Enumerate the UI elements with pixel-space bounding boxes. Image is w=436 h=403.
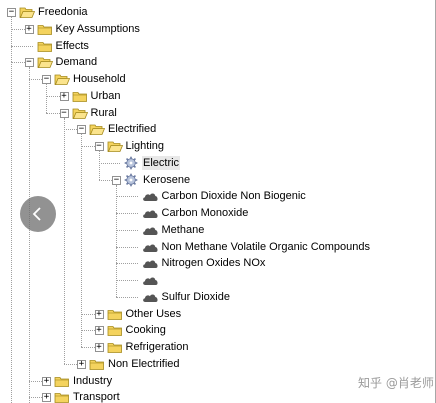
tree-node-demand[interactable]: − Demand (0, 54, 435, 72)
tree-node-label: Urban (90, 89, 121, 102)
folder-icon (89, 358, 105, 374)
folder-open-icon (19, 6, 36, 22)
cloud-icon (142, 242, 159, 256)
tree-node-kerosene[interactable]: − Kerosene (0, 172, 435, 190)
folder-icon (107, 308, 123, 324)
expand-toggle-icon[interactable]: + (42, 393, 51, 403)
expand-toggle-icon[interactable]: + (42, 376, 51, 386)
tree-node-sulfur-dioxide[interactable]: Sulfur Dioxide (0, 289, 435, 306)
collapse-toggle-icon[interactable]: − (112, 175, 121, 185)
cloud-icon (142, 275, 159, 289)
watermark: 知乎 @肖老师 (358, 376, 434, 390)
tree-node-label: Carbon Monoxide (161, 207, 249, 219)
tree-node-label: Freedonia (38, 6, 88, 18)
cloud-icon (142, 292, 159, 306)
tree-node-label: Cooking (125, 324, 166, 337)
tree-node-lighting[interactable]: − Lighting (0, 138, 435, 156)
tree-node-label: Sulfur Dioxide (161, 290, 230, 303)
tree-node-label: Carbon Dioxide Non Biogenic (161, 190, 306, 203)
tree-node-co2-non-biogenic[interactable]: Carbon Dioxide Non Biogenic (0, 188, 435, 205)
folder-open-icon (54, 73, 71, 89)
tree-node-electric[interactable]: Electric (0, 155, 435, 173)
tree-node-effects[interactable]: Effects (0, 38, 435, 56)
tree-node-label: Lighting (125, 140, 165, 152)
tree-node-cooking[interactable]: + Cooking (0, 322, 435, 340)
tree-node-label: Nitrogen Oxides NOx (161, 257, 266, 270)
tree-node-transport[interactable]: + Transport (0, 389, 435, 403)
tree-node-label: Electrified (108, 123, 157, 136)
folder-open-icon (37, 56, 53, 72)
tree-node-label: Industry (73, 374, 113, 387)
tree-node-label: Methane (161, 223, 205, 236)
tree-node-household[interactable]: − Household (0, 71, 435, 89)
collapse-toggle-icon[interactable]: − (24, 58, 34, 68)
tree-node-key-assumptions[interactable]: + Key Assumptions (0, 21, 435, 39)
tree-node-nmvoc[interactable]: Non Methane Volatile Organic Compounds (0, 239, 435, 256)
cloud-icon (142, 191, 159, 205)
folder-icon (37, 40, 53, 56)
collapse-toggle-icon[interactable]: − (42, 75, 51, 84)
tree-node-label: Rural (90, 106, 117, 119)
tree-node-freedonia[interactable]: − Freedonia (0, 4, 435, 22)
collapse-toggle-icon[interactable]: − (7, 8, 16, 17)
expand-toggle-icon[interactable]: + (77, 359, 86, 369)
tree-node-label: Key Assumptions (55, 22, 140, 35)
tree-node-other-uses[interactable]: + Other Uses (0, 306, 435, 324)
tree-node-label: Demand (55, 56, 98, 69)
back-nav-button[interactable] (20, 196, 56, 232)
tree-node-refrigeration[interactable]: + Refrigeration (0, 339, 435, 357)
gear-icon (124, 156, 138, 173)
tree-node-label: Non Electrified (108, 357, 180, 370)
folder-icon (54, 391, 70, 403)
expand-toggle-icon[interactable]: + (94, 309, 104, 319)
folder-icon (54, 375, 70, 391)
collapse-toggle-icon[interactable]: − (94, 142, 104, 151)
expand-toggle-icon[interactable]: + (94, 326, 104, 336)
cloud-icon (142, 225, 159, 239)
tree-node-carbon-monoxide[interactable]: Carbon Monoxide (0, 205, 435, 222)
tree-node-label: Kerosene (143, 173, 191, 186)
cloud-icon (142, 208, 159, 222)
tree-node-urban[interactable]: + Urban (0, 88, 435, 106)
tree-node-label: Electric (142, 155, 181, 170)
folder-icon (72, 90, 88, 106)
tree-node-rural[interactable]: − Rural (0, 105, 435, 123)
tree-node-label: Transport (73, 391, 120, 403)
expand-toggle-icon[interactable]: + (59, 91, 69, 101)
chevron-left-icon (32, 207, 41, 221)
expand-toggle-icon[interactable]: + (94, 343, 104, 352)
folder-icon (37, 23, 53, 39)
tree-node-non-electrified[interactable]: + Non Electrified (0, 356, 435, 374)
folder-open-icon (89, 123, 106, 139)
folder-icon (107, 324, 123, 340)
folder-open-icon (107, 140, 123, 156)
gear-icon (124, 173, 138, 190)
collapse-toggle-icon[interactable]: − (77, 125, 86, 135)
tree-view[interactable]: − Freedonia + Key Assumptions Effects − Demand… (0, 0, 436, 403)
tree-node-label: Household (73, 73, 126, 85)
tree-node-label: Refrigeration (125, 341, 189, 353)
cloud-icon (142, 258, 159, 272)
tree-node-nitrogen-oxides[interactable]: Nitrogen Oxides NOx (0, 255, 435, 272)
tree-node-methane[interactable]: Methane (0, 222, 435, 239)
folder-open-icon (72, 107, 88, 123)
tree-node-unnamed[interactable] (0, 272, 435, 289)
tree-node-label: Non Methane Volatile Organic Compounds (161, 240, 371, 253)
folder-icon (107, 341, 123, 357)
collapse-toggle-icon[interactable]: − (59, 108, 69, 118)
expand-toggle-icon[interactable]: + (24, 24, 34, 34)
tree-node-label: Effects (55, 39, 89, 52)
tree-node-electrified[interactable]: − Electrified (0, 121, 435, 139)
tree-node-label: Other Uses (125, 307, 182, 320)
